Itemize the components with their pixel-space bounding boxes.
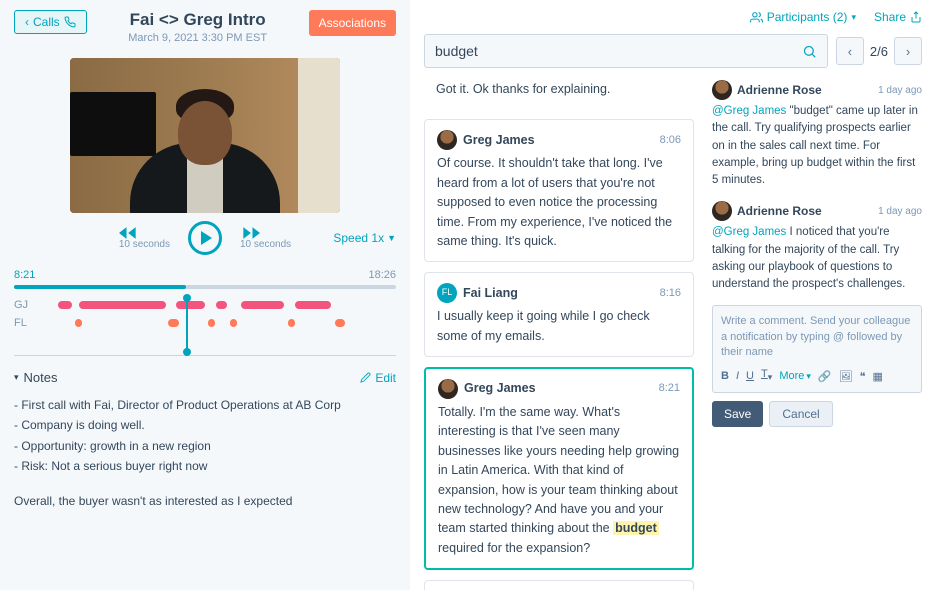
pager-count: 2/6 [870, 44, 888, 59]
video-thumbnail[interactable] [70, 58, 340, 213]
speaker-initials: GJ [14, 299, 28, 311]
users-icon [750, 11, 763, 24]
speaker-name: Fai Liang [463, 284, 518, 303]
rewind-button[interactable]: 10 seconds [119, 227, 170, 250]
cancel-comment-button[interactable]: Cancel [769, 401, 832, 427]
transcript-message[interactable]: FL Fai Liang 8:16 I usually keep it going w… [424, 272, 694, 357]
transcript-message[interactable]: Got it. Ok thanks for explaining. [424, 80, 694, 109]
back-to-calls-button[interactable]: ‹ Calls [14, 10, 87, 34]
comment: Adrienne Rose1 day ago@Greg James "budge… [712, 80, 922, 189]
left-panel: ‹ Calls Fai <> Greg Intro March 9, 2021 … [0, 0, 410, 590]
message-text: Totally. I'm the same way. What's intere… [438, 403, 680, 558]
avatar: FL [437, 283, 457, 303]
transcript-message[interactable]: Greg James 8:06 Of course. It shouldn't ta… [424, 119, 694, 262]
highlighted-term: budget [613, 521, 659, 535]
avatar [712, 201, 732, 221]
phone-icon [64, 16, 76, 28]
forward-button[interactable]: 10 seconds [240, 227, 291, 250]
pager-prev-button[interactable]: ‹ [836, 37, 864, 65]
avatar [712, 80, 732, 100]
avatar [437, 130, 457, 150]
current-time: 8:21 [14, 269, 35, 281]
speaker-track: FL [14, 317, 396, 329]
call-subtitle: March 9, 2021 3:30 PM EST [97, 32, 299, 44]
speaker-initials: FL [14, 317, 27, 329]
search-icon[interactable] [802, 44, 817, 59]
message-time: 8:21 [659, 380, 680, 397]
link-icon[interactable]: 🔗 [818, 370, 832, 383]
right-panel: Participants (2) ▾ Share ‹ 2/6 › [410, 0, 936, 590]
share-icon [910, 11, 922, 23]
share-button[interactable]: Share [874, 10, 922, 24]
video-icon[interactable]: ▦ [873, 370, 883, 383]
editor-toolbar: B I U T▾ More ▾ 🔗 🖼 ❝ ▦ [721, 368, 913, 383]
comments-panel: Adrienne Rose1 day ago@Greg James "budge… [712, 80, 922, 590]
play-icon [201, 231, 212, 245]
search-input[interactable] [435, 43, 802, 59]
search-container [424, 34, 828, 68]
text-color-button[interactable]: T▾ [761, 368, 772, 383]
pager-next-button[interactable]: › [894, 37, 922, 65]
more-button[interactable]: More ▾ [779, 370, 811, 382]
comment-author: Adrienne Rose [737, 81, 822, 99]
message-time: 8:16 [660, 285, 681, 302]
notes-body: - First call with Fai, Director of Produ… [14, 395, 396, 511]
speed-dropdown[interactable]: Speed 1x ▼ [333, 231, 396, 245]
underline-button[interactable]: U [746, 370, 754, 382]
italic-button[interactable]: I [736, 370, 739, 382]
chevron-down-icon: ▼ [387, 233, 396, 243]
mention[interactable]: @Greg James [712, 105, 786, 117]
associations-button[interactable]: Associations [309, 10, 396, 36]
playhead-cursor[interactable] [186, 298, 188, 352]
chevron-left-icon: ‹ [848, 44, 852, 59]
comment-time: 1 day ago [878, 204, 922, 219]
transcript-list: Got it. Ok thanks for explaining. Greg Ja… [424, 80, 698, 590]
progress-bar[interactable] [14, 285, 396, 289]
comment-editor[interactable]: Write a comment. Send your colleague a n… [712, 305, 922, 392]
edit-notes-button[interactable]: Edit [360, 371, 396, 385]
save-comment-button[interactable]: Save [712, 401, 763, 427]
message-text: I usually keep it going while I go check… [437, 307, 681, 346]
chevron-down-icon: ▾ [851, 12, 856, 23]
back-label: Calls [33, 15, 60, 29]
call-title: Fai <> Greg Intro [97, 10, 299, 30]
speaker-segments[interactable] [36, 301, 396, 309]
comment: Adrienne Rose1 day ago@Greg James I noti… [712, 201, 922, 293]
image-icon[interactable]: 🖼 [839, 370, 853, 383]
snippet-icon[interactable]: ❝ [860, 370, 866, 383]
speaker-name: Greg James [464, 379, 536, 398]
comment-time: 1 day ago [878, 83, 922, 98]
comment-author: Adrienne Rose [737, 202, 822, 220]
participants-button[interactable]: Participants (2) ▾ [750, 10, 856, 24]
avatar [438, 379, 458, 399]
chevron-left-icon: ‹ [25, 15, 29, 29]
notes-header[interactable]: ▾ Notes [14, 370, 58, 385]
editor-placeholder: Write a comment. Send your colleague a n… [721, 314, 913, 360]
speaker-segments[interactable] [35, 319, 396, 327]
pencil-icon [360, 372, 371, 383]
chevron-right-icon: › [906, 44, 910, 59]
chevron-down-icon: ▾ [14, 372, 19, 383]
mention[interactable]: @Greg James [712, 226, 786, 238]
bold-button[interactable]: B [721, 370, 729, 382]
message-time: 8:06 [660, 132, 681, 149]
play-button[interactable] [188, 221, 222, 255]
total-time: 18:26 [368, 269, 396, 281]
message-text: Of course. It shouldn't take that long. … [437, 154, 681, 251]
transcript-message[interactable]: FLFai Liang8:34Yeah, we've discussed wha… [424, 580, 694, 590]
transcript-message[interactable]: Greg James 8:21 Totally. I'm the same way.… [424, 367, 694, 570]
speaker-track: GJ [14, 299, 396, 311]
speaker-name: Greg James [463, 131, 535, 150]
